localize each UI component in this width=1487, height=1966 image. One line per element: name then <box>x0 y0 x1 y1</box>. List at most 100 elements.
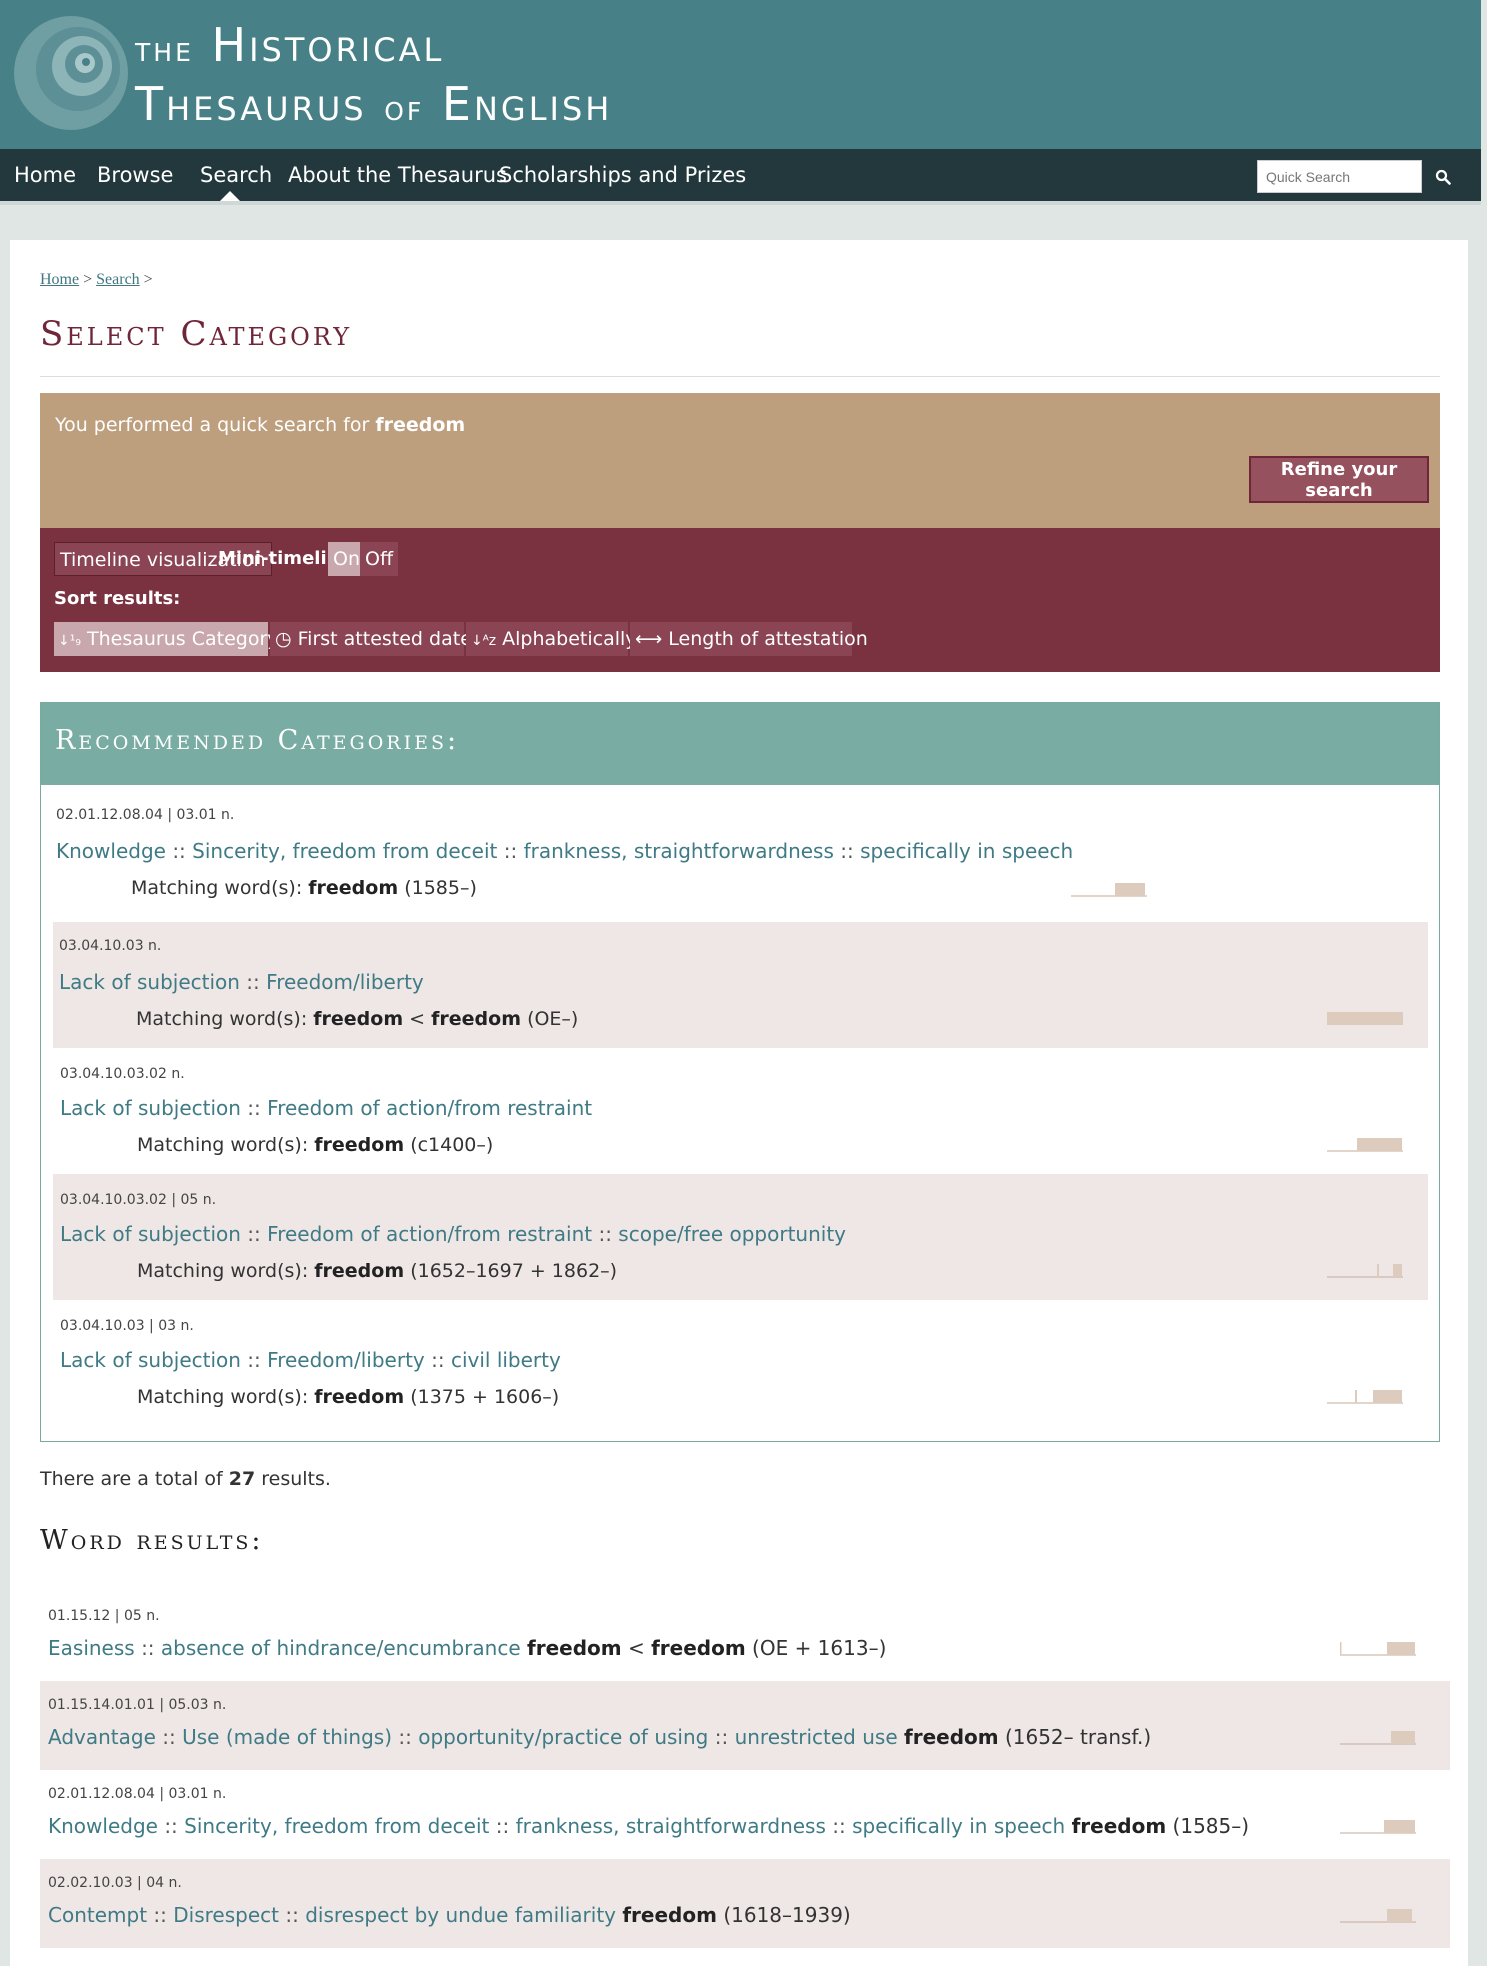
matching-words: Matching word(s): freedom < freedom (OE–… <box>136 1008 579 1030</box>
category-link[interactable]: scope/free opportunity <box>618 1222 846 1246</box>
path-separator: :: <box>840 839 854 863</box>
category-link[interactable]: Use (made of things) <box>182 1725 392 1749</box>
matching-words: Matching word(s): freedom (1652–1697 + 1… <box>137 1260 617 1282</box>
word-result-row: 01.15.14.01.01 | 05.03 n. Advantage :: U… <box>40 1681 1450 1770</box>
category-link[interactable]: unrestricted use <box>735 1725 898 1749</box>
word-dates: (OE + 1613–) <box>752 1636 887 1660</box>
category-code: 02.01.12.08.04 | 03.01 n. <box>48 1786 227 1802</box>
category-link[interactable]: frankness, straightforwardness <box>524 839 834 863</box>
category-link[interactable]: Contempt <box>48 1903 147 1927</box>
word-dates: (c1400–) <box>410 1134 494 1156</box>
category-path: Advantage :: Use (made of things) :: opp… <box>48 1725 1151 1749</box>
total-count: 27 <box>228 1468 256 1490</box>
clock-icon: ◷ <box>275 628 292 650</box>
recommended-item: 03.04.10.03.02 n. Lack of subjection :: … <box>53 1048 1428 1174</box>
search-summary: You performed a quick search for freedom… <box>40 393 1440 528</box>
refine-search-button[interactable]: Refine your search <box>1249 456 1429 503</box>
matching-label: Matching word(s): <box>137 1260 315 1282</box>
category-link[interactable]: Freedom of action/from restraint <box>267 1096 592 1120</box>
recommended-item: 03.04.10.03 n. Lack of subjection :: Fre… <box>53 922 1428 1048</box>
matched-word: freedom <box>313 1008 404 1030</box>
sort-length-label: Length of attestation <box>668 628 868 650</box>
matched-word: freedom <box>308 877 399 899</box>
mini-timelines-off[interactable]: Off <box>360 542 399 576</box>
matching-words: Matching word(s): freedom (1375 + 1606–) <box>137 1386 559 1408</box>
matched-word: freedom <box>314 1134 405 1156</box>
nav-scholarships[interactable]: Scholarships and Prizes <box>499 149 746 201</box>
sort-alpha-label: Alphabetically <box>502 628 637 650</box>
title-word-of: of <box>384 88 425 129</box>
category-link[interactable]: absence of hindrance/encumbrance <box>161 1636 521 1660</box>
search-icon <box>1435 169 1451 185</box>
recommended-categories: Recommended Categories: 02.01.12.08.04 |… <box>40 702 1440 1442</box>
category-code: 02.02.10.03 | 04 n. <box>48 1875 182 1891</box>
total-suffix: results. <box>255 1468 331 1490</box>
category-link[interactable]: Lack of subjection <box>60 1348 241 1372</box>
category-link[interactable]: Knowledge <box>56 839 166 863</box>
site-title[interactable]: The Historical Thesaurus of English <box>135 18 612 136</box>
path-separator: :: <box>162 1725 176 1749</box>
category-link[interactable]: Easiness <box>48 1636 135 1660</box>
path-separator: :: <box>495 1814 510 1838</box>
category-link[interactable]: Sincerity, freedom from deceit <box>192 839 497 863</box>
recommended-item: 02.01.12.08.04 | 03.01 n. Knowledge :: S… <box>41 785 1439 922</box>
matching-label: Matching word(s): <box>137 1386 315 1408</box>
category-link[interactable]: Lack of subjection <box>59 970 240 994</box>
category-link[interactable]: Freedom/liberty <box>266 970 424 994</box>
matched-word: freedom <box>314 1260 405 1282</box>
title-divider <box>40 376 1440 377</box>
logo-swirl-icon[interactable] <box>12 14 130 132</box>
sort-numeric-icon: ↓¹₉ <box>58 633 81 649</box>
title-word-the: The <box>135 29 194 70</box>
path-separator: :: <box>832 1814 846 1838</box>
path-separator: :: <box>598 1222 612 1246</box>
breadcrumb-search[interactable]: Search <box>96 271 140 288</box>
sort-first-label: First attested date <box>297 628 472 650</box>
category-link[interactable]: Knowledge <box>48 1814 158 1838</box>
category-link[interactable]: Freedom/liberty <box>267 1348 425 1372</box>
category-link[interactable]: Disrespect <box>173 1903 279 1927</box>
category-link[interactable]: Advantage <box>48 1725 156 1749</box>
sort-first-attested-button[interactable]: ◷ First attested date <box>270 622 472 656</box>
category-link[interactable]: Freedom of action/from restraint <box>267 1222 592 1246</box>
path-separator: :: <box>172 839 186 863</box>
word-dates: (1585–) <box>404 877 477 899</box>
sort-alpha-icon: ↓ᴬz <box>471 633 497 649</box>
page-title: Select Category <box>40 314 353 354</box>
category-link[interactable]: Sincerity, freedom from deceit <box>184 1814 489 1838</box>
results-total: There are a total of 27 results. <box>40 1468 331 1490</box>
nav-about[interactable]: About the Thesaurus <box>288 149 507 201</box>
category-link[interactable]: Lack of subjection <box>60 1222 241 1246</box>
category-path: Lack of subjection :: Freedom/liberty ::… <box>60 1348 561 1372</box>
sort-category-button[interactable]: ↓¹₉ Thesaurus Category <box>54 622 279 656</box>
category-link[interactable]: specifically in speech <box>852 1814 1065 1838</box>
path-separator: :: <box>246 970 260 994</box>
search-button[interactable] <box>1425 160 1461 193</box>
quick-search-input[interactable] <box>1257 160 1422 193</box>
word-dates: (1652–1697 + 1862–) <box>410 1260 618 1282</box>
category-code: 03.04.10.03 n. <box>59 938 162 954</box>
result-word: freedom <box>904 1725 999 1749</box>
category-link[interactable]: frankness, straightforwardness <box>516 1814 826 1838</box>
nav-home[interactable]: Home <box>14 149 76 201</box>
total-prefix: There are a total of <box>40 1468 229 1490</box>
category-path: Knowledge :: Sincerity, freedom from dec… <box>56 839 1073 863</box>
category-link[interactable]: specifically in speech <box>860 839 1073 863</box>
search-message: You performed a quick search for freedom <box>55 414 465 436</box>
nav-browse[interactable]: Browse <box>97 149 173 201</box>
sort-length-button[interactable]: ⟷ Length of attestation <box>630 622 868 656</box>
matching-label: Matching word(s): <box>131 877 309 899</box>
path-separator: :: <box>164 1814 178 1838</box>
category-link[interactable]: civil liberty <box>451 1348 561 1372</box>
sort-alphabetically-button[interactable]: ↓ᴬz Alphabetically <box>466 622 637 656</box>
category-link[interactable]: opportunity/practice of using <box>418 1725 708 1749</box>
category-link[interactable]: disrespect by undue familiarity <box>305 1903 616 1927</box>
search-term: freedom <box>375 414 466 436</box>
site-header: The Historical Thesaurus of English <box>0 0 1481 149</box>
mini-timeline <box>1327 1012 1403 1025</box>
path-separator: :: <box>285 1903 299 1927</box>
word-dates: (1652– transf.) <box>1004 1725 1152 1749</box>
path-separator: :: <box>153 1903 167 1927</box>
breadcrumb-home[interactable]: Home <box>40 271 79 288</box>
category-link[interactable]: Lack of subjection <box>60 1096 241 1120</box>
